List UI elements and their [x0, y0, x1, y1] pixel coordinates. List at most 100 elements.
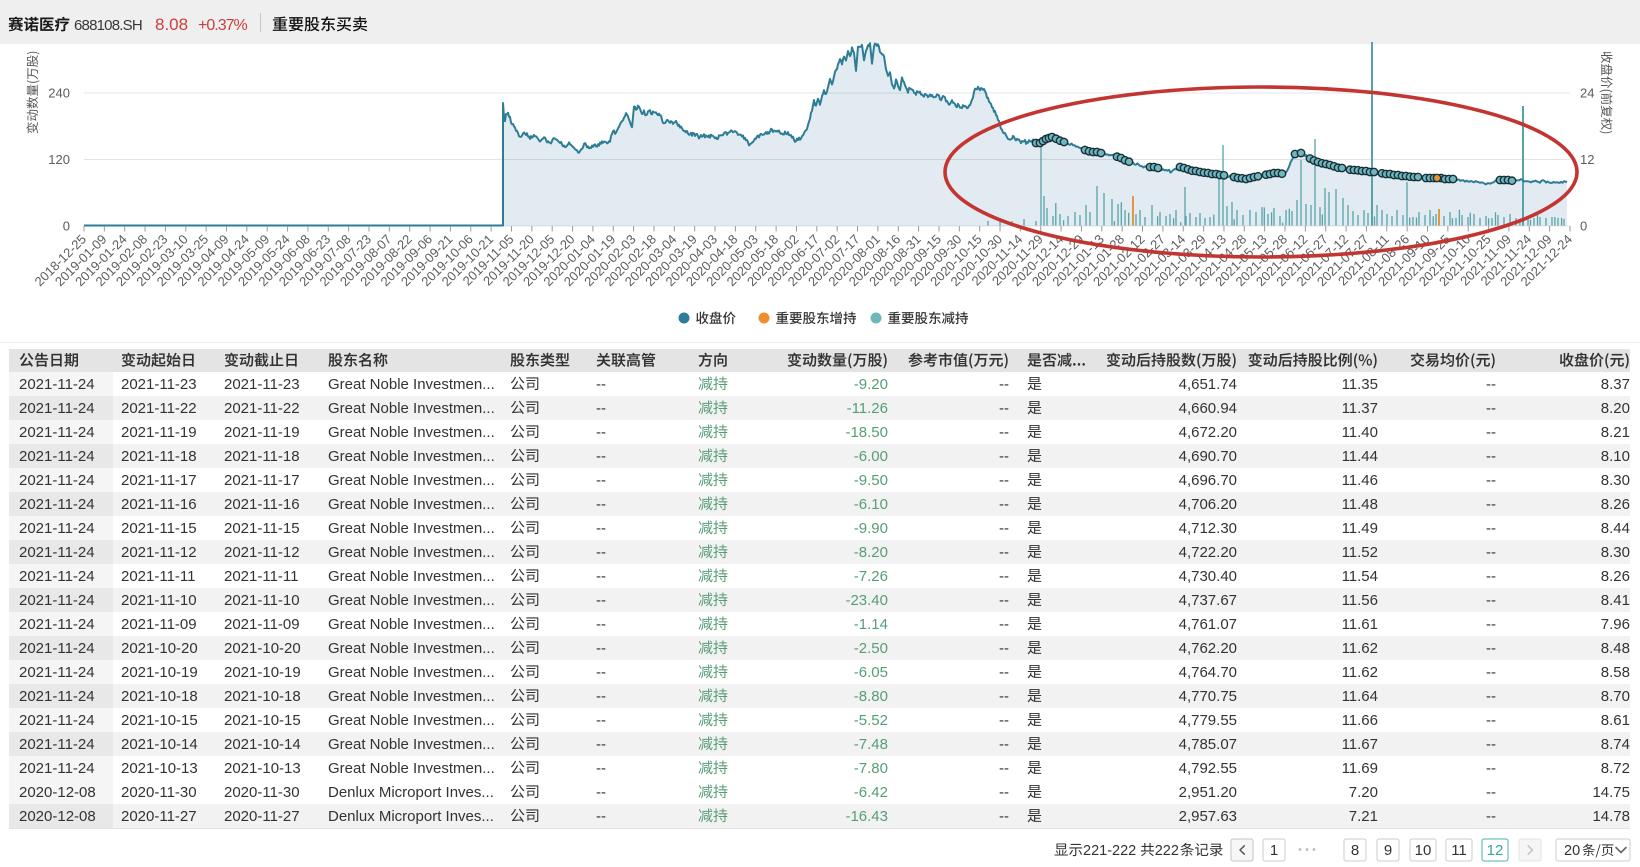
- svg-text:--: --: [999, 400, 1009, 417]
- svg-text:2021-11-09: 2021-11-09: [121, 616, 197, 633]
- svg-text:2021-11-24: 2021-11-24: [19, 760, 95, 777]
- svg-text:--: --: [596, 664, 606, 681]
- svg-text:2021-10-13: 2021-10-13: [224, 760, 301, 777]
- svg-text:2,957.63: 2,957.63: [1179, 808, 1237, 825]
- svg-text:11.64: 11.64: [1342, 688, 1378, 705]
- svg-text:2021-11-22: 2021-11-22: [224, 400, 300, 417]
- svg-text:Great Noble Investmen...: Great Noble Investmen...: [328, 400, 495, 417]
- svg-text:8.61: 8.61: [1601, 712, 1630, 729]
- svg-text:2021-11-22: 2021-11-22: [121, 400, 197, 417]
- svg-text:11.62: 11.62: [1342, 640, 1378, 657]
- svg-text:--: --: [999, 712, 1009, 729]
- svg-text:8.48: 8.48: [1601, 640, 1630, 657]
- svg-text:--: --: [1486, 400, 1496, 417]
- svg-text:10: 10: [1415, 842, 1432, 859]
- svg-text:11.37: 11.37: [1342, 400, 1378, 417]
- svg-text:2021-10-20: 2021-10-20: [121, 640, 198, 657]
- svg-text:--: --: [1486, 520, 1496, 537]
- svg-text:4,651.74: 4,651.74: [1179, 376, 1237, 393]
- svg-text:2021-11-24: 2021-11-24: [19, 424, 95, 441]
- svg-text:2021-11-24: 2021-11-24: [19, 544, 95, 561]
- svg-text:--: --: [999, 616, 1009, 633]
- svg-text:1: 1: [1270, 842, 1278, 859]
- svg-text:--: --: [1486, 616, 1496, 633]
- svg-text:4,690.70: 4,690.70: [1179, 448, 1237, 465]
- svg-text:-6.05: -6.05: [854, 664, 888, 681]
- svg-text:8.44: 8.44: [1601, 520, 1630, 537]
- svg-text:4,722.20: 4,722.20: [1179, 544, 1237, 561]
- svg-text:Great Noble Investmen...: Great Noble Investmen...: [328, 664, 495, 681]
- svg-text:8: 8: [1351, 842, 1359, 859]
- svg-text:221-222: 221-222: [1083, 843, 1136, 859]
- svg-text:7.20: 7.20: [1349, 784, 1378, 801]
- svg-text:2021-11-24: 2021-11-24: [19, 688, 95, 705]
- svg-text:--: --: [596, 808, 606, 825]
- svg-text:--: --: [999, 760, 1009, 777]
- svg-text:2021-11-16: 2021-11-16: [224, 496, 300, 513]
- svg-text:--: --: [999, 424, 1009, 441]
- svg-text:-9.90: -9.90: [854, 520, 888, 537]
- svg-text:-7.48: -7.48: [854, 736, 888, 753]
- svg-text:--: --: [1486, 448, 1496, 465]
- svg-text:Great Noble Investmen...: Great Noble Investmen...: [328, 496, 495, 513]
- svg-text:--: --: [596, 376, 606, 393]
- svg-text:8.10: 8.10: [1601, 448, 1630, 465]
- svg-text:--: --: [596, 760, 606, 777]
- svg-text:--: --: [999, 736, 1009, 753]
- svg-text:11.54: 11.54: [1342, 568, 1378, 585]
- svg-text:2021-10-14: 2021-10-14: [224, 736, 301, 753]
- svg-text:-7.80: -7.80: [854, 760, 888, 777]
- svg-text:4,785.07: 4,785.07: [1179, 736, 1237, 753]
- svg-text:--: --: [1486, 592, 1496, 609]
- svg-text:2021-11-11: 2021-11-11: [121, 568, 196, 585]
- svg-text:-11.26: -11.26: [847, 400, 888, 417]
- svg-text:--: --: [596, 688, 606, 705]
- svg-text:2021-11-16: 2021-11-16: [121, 496, 197, 513]
- svg-text:2021-11-12: 2021-11-12: [121, 544, 197, 561]
- svg-text:--: --: [999, 784, 1009, 801]
- svg-text:2021-11-10: 2021-11-10: [121, 592, 197, 609]
- svg-text:2021-11-24: 2021-11-24: [19, 640, 95, 657]
- svg-text:--: --: [1486, 376, 1496, 393]
- svg-text:Great Noble Investmen...: Great Noble Investmen...: [328, 736, 495, 753]
- svg-text:4,764.70: 4,764.70: [1179, 664, 1237, 681]
- svg-text:11.61: 11.61: [1342, 616, 1378, 633]
- svg-text:2021-10-15: 2021-10-15: [224, 712, 301, 729]
- svg-text:2020-12-08: 2020-12-08: [19, 784, 96, 801]
- svg-text:2020-11-27: 2020-11-27: [121, 808, 197, 825]
- svg-text:8.37: 8.37: [1601, 376, 1630, 393]
- svg-text:12: 12: [1487, 842, 1504, 859]
- svg-text:8.26: 8.26: [1601, 568, 1630, 585]
- svg-text:Great Noble Investmen...: Great Noble Investmen...: [328, 520, 495, 537]
- svg-text:2021-10-13: 2021-10-13: [121, 760, 198, 777]
- svg-text:8.30: 8.30: [1601, 544, 1630, 561]
- svg-text:2021-11-24: 2021-11-24: [19, 496, 95, 513]
- svg-text:Great Noble Investmen...: Great Noble Investmen...: [328, 568, 495, 585]
- svg-text:--: --: [999, 688, 1009, 705]
- svg-text:--: --: [596, 496, 606, 513]
- svg-text:Great Noble Investmen...: Great Noble Investmen...: [328, 424, 495, 441]
- svg-text:4,762.20: 4,762.20: [1179, 640, 1237, 657]
- svg-text:--: --: [596, 736, 606, 753]
- svg-text:11.66: 11.66: [1342, 712, 1378, 729]
- svg-text:11.52: 11.52: [1342, 544, 1378, 561]
- svg-text:240: 240: [48, 86, 70, 101]
- svg-text:Denlux Microport Inves...: Denlux Microport Inves...: [328, 784, 494, 801]
- svg-text:8.08: 8.08: [155, 15, 188, 34]
- svg-text:2021-10-19: 2021-10-19: [224, 664, 301, 681]
- svg-text:4,706.20: 4,706.20: [1179, 496, 1237, 513]
- svg-text:2021-10-15: 2021-10-15: [121, 712, 198, 729]
- svg-text:--: --: [596, 640, 606, 657]
- svg-text:2021-11-09: 2021-11-09: [224, 616, 300, 633]
- svg-text:Great Noble Investmen...: Great Noble Investmen...: [328, 448, 495, 465]
- svg-text:-9.50: -9.50: [854, 472, 888, 489]
- svg-text:8.20: 8.20: [1601, 400, 1630, 417]
- svg-text:0: 0: [63, 219, 70, 234]
- svg-text:2021-11-18: 2021-11-18: [121, 448, 197, 465]
- svg-text:222: 222: [1155, 843, 1179, 859]
- svg-text:2021-10-20: 2021-10-20: [224, 640, 301, 657]
- svg-text:-23.40: -23.40: [845, 592, 888, 609]
- svg-text:-8.80: -8.80: [854, 688, 888, 705]
- svg-text:Great Noble Investmen...: Great Noble Investmen...: [328, 544, 495, 561]
- svg-text:2020-11-27: 2020-11-27: [224, 808, 300, 825]
